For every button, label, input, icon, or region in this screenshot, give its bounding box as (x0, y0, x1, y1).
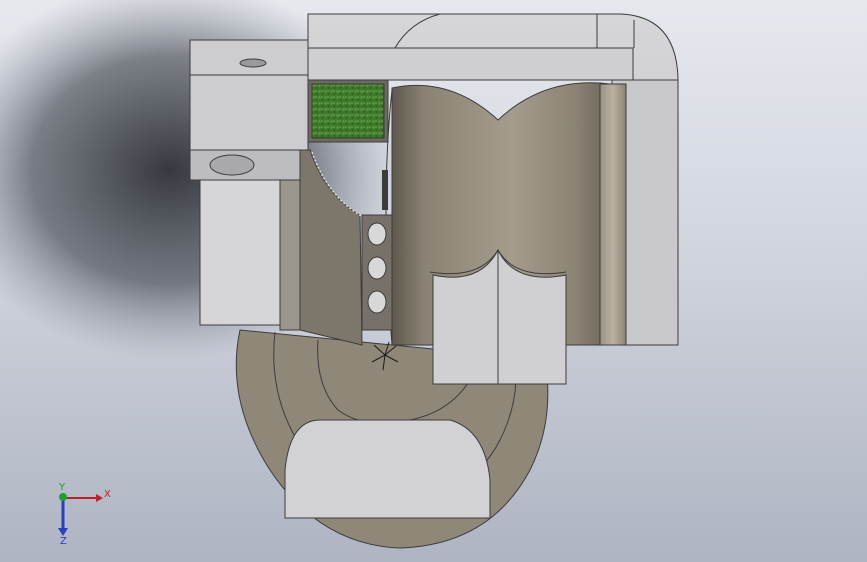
upper-left-block[interactable] (189, 39, 309, 181)
y-axis-icon (59, 493, 67, 501)
cad-viewport[interactable]: X Y Z (0, 0, 867, 562)
nozzle-3-icon (367, 290, 387, 314)
x-axis-label: X (104, 489, 111, 500)
bottom-cap[interactable] (284, 419, 491, 519)
slot-detail (382, 170, 388, 210)
model-view[interactable]: X Y Z (0, 0, 867, 562)
axis-triad[interactable]: X Y Z (58, 482, 111, 547)
lower-left-block[interactable] (199, 179, 281, 326)
bolt-hole-icon (239, 58, 267, 68)
nozzle-2-icon (367, 256, 387, 280)
nozzle-row[interactable] (361, 214, 393, 331)
z-axis-label: Z (60, 536, 67, 547)
planter-top[interactable] (307, 79, 389, 143)
y-axis-label: Y (58, 482, 66, 493)
nozzle-1-icon (367, 222, 387, 246)
top-beam[interactable] (307, 47, 634, 81)
